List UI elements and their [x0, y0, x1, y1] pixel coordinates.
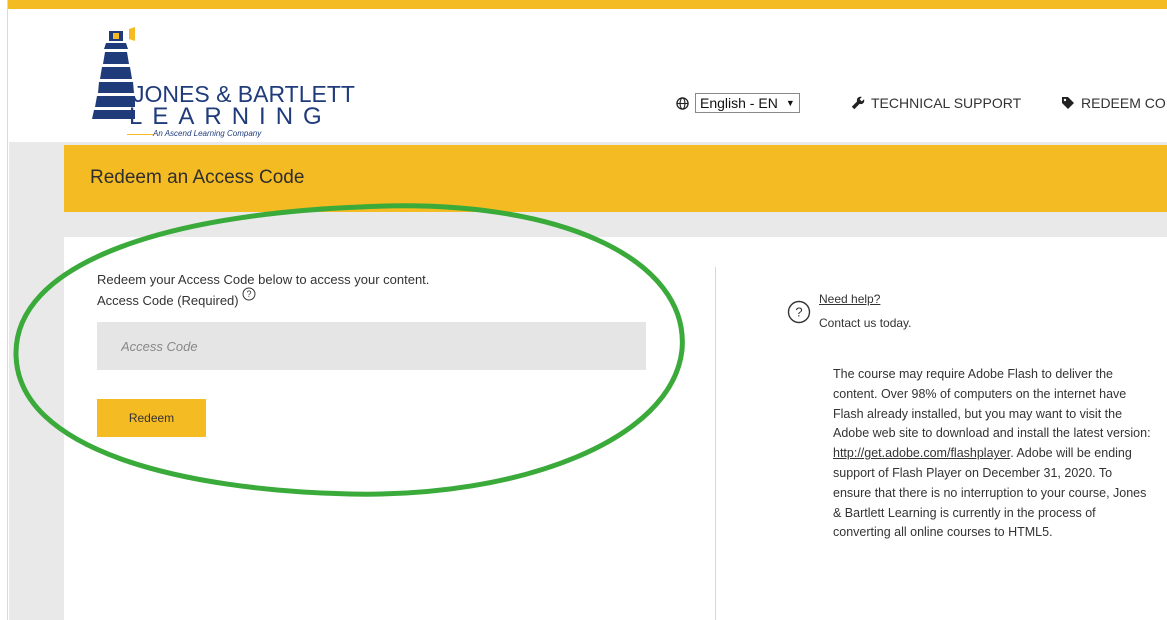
flash-notice-text: The course may require Adobe Flash to de…	[833, 367, 1151, 441]
access-code-input[interactable]	[97, 322, 646, 370]
top-accent-border	[0, 0, 1167, 9]
redeem-code-link[interactable]: REDEEM COI	[1061, 95, 1167, 111]
language-value: English - EN	[700, 95, 778, 111]
left-edge	[0, 0, 8, 620]
caret-down-icon: ▼	[785, 98, 795, 108]
brand-name-line2: LEARNING	[129, 103, 332, 130]
redeem-panel: Redeem your Access Code below to access …	[64, 237, 1167, 620]
access-code-label-text: Access Code (Required)	[97, 293, 239, 308]
contact-text: Contact us today.	[819, 316, 912, 330]
globe-icon	[676, 96, 689, 110]
flash-player-link[interactable]: http://get.adobe.com/flashplayer	[833, 446, 1010, 460]
redeem-code-label: REDEEM COI	[1081, 95, 1167, 111]
svg-text:?: ?	[795, 305, 802, 320]
tag-icon	[1062, 97, 1074, 109]
access-code-label: Access Code (Required) ?	[97, 287, 256, 308]
technical-support-link[interactable]: TECHNICAL SUPPORT	[851, 95, 1021, 111]
intro-text: Redeem your Access Code below to access …	[97, 272, 430, 287]
svg-text:?: ?	[246, 289, 251, 299]
brand-tagline: An Ascend Learning Company	[153, 129, 262, 138]
help-question-icon: ?	[787, 300, 811, 324]
tagline-rule	[127, 134, 153, 135]
question-circle-icon[interactable]: ?	[242, 287, 256, 301]
brand-logo[interactable]: JONES & BARTLETT LEARNING An Ascend Lear…	[89, 27, 355, 138]
page-title-bar: Redeem an Access Code	[64, 145, 1167, 212]
wrench-icon	[851, 96, 865, 110]
redeem-button[interactable]: Redeem	[97, 399, 206, 437]
column-divider	[715, 267, 716, 620]
language-switcher: English - EN ▼	[676, 93, 800, 113]
need-help-link[interactable]: Need help?	[819, 292, 880, 306]
page-title: Redeem an Access Code	[90, 167, 305, 188]
technical-support-label: TECHNICAL SUPPORT	[871, 95, 1022, 111]
flash-notice: The course may require Adobe Flash to de…	[833, 365, 1153, 543]
site-header: JONES & BARTLETT LEARNING An Ascend Lear…	[9, 9, 1167, 142]
language-select[interactable]: English - EN ▼	[695, 93, 800, 113]
